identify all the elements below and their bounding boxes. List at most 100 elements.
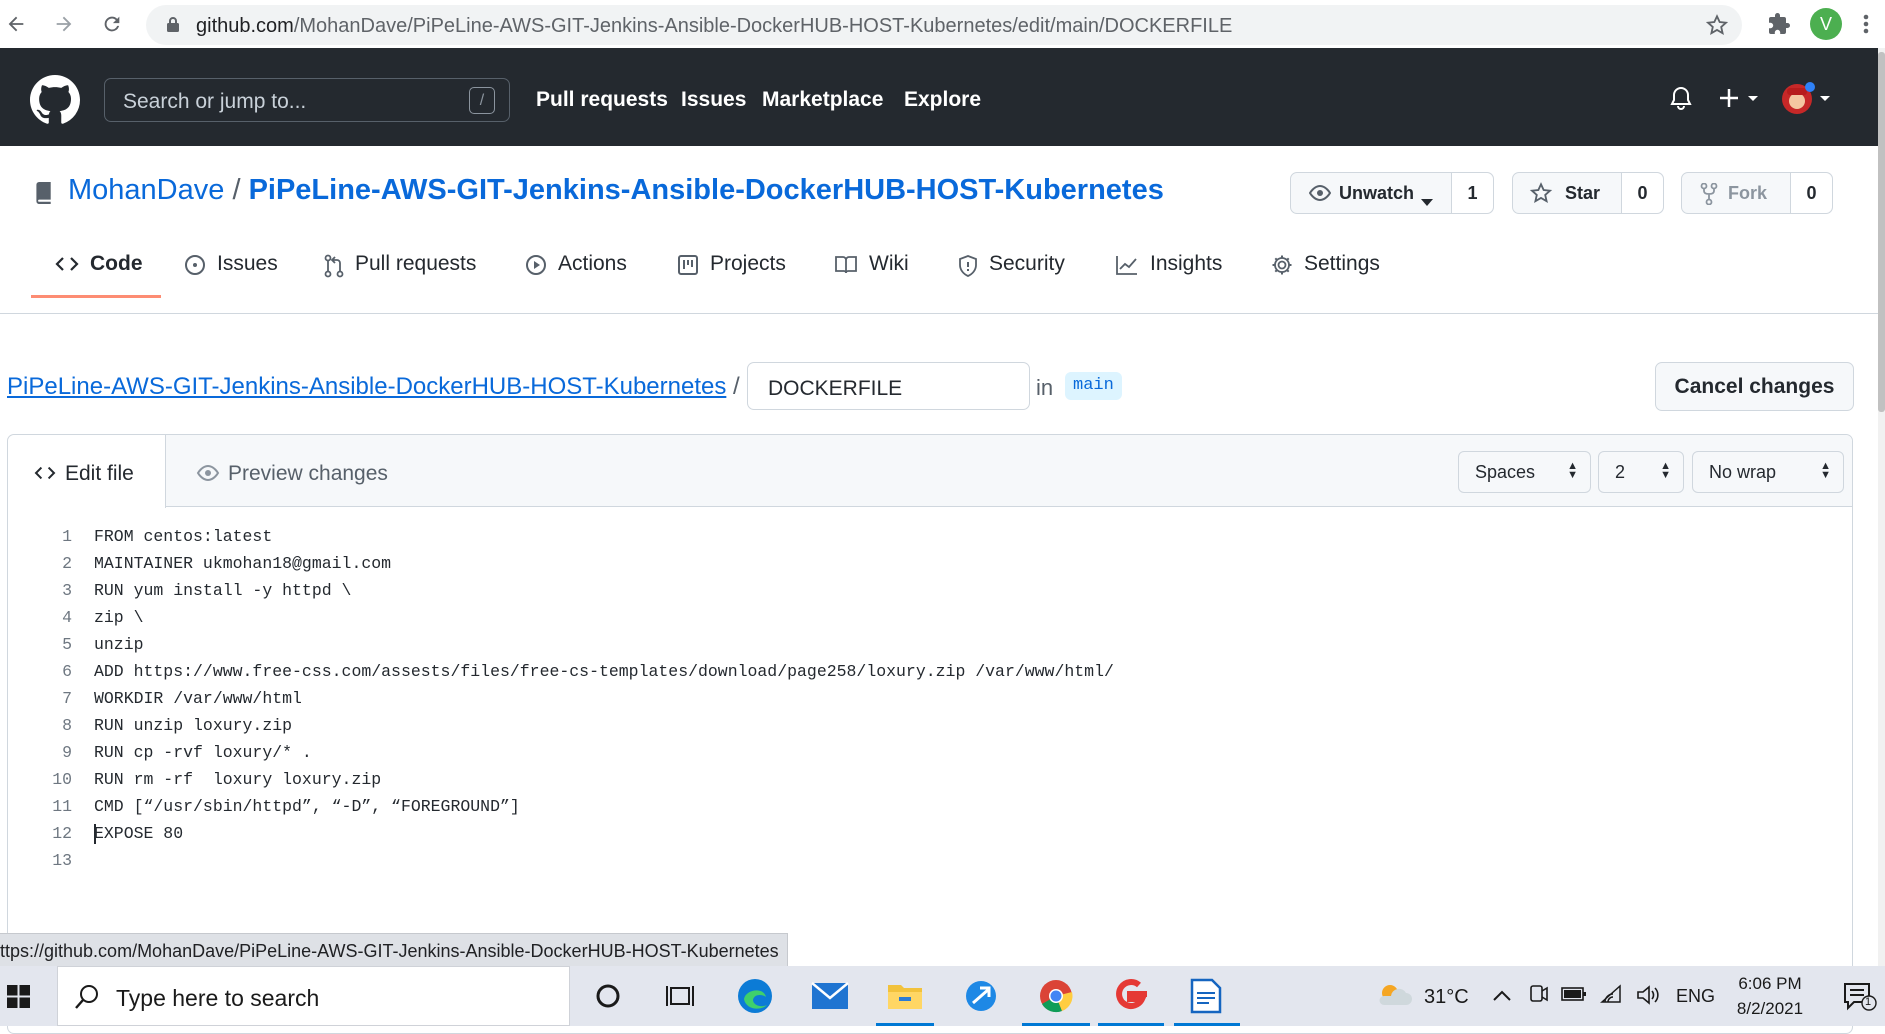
fork-button[interactable]: Fork 0 [1681, 172, 1833, 214]
meet-now-icon[interactable] [1528, 984, 1548, 1011]
github-search-input[interactable]: Search or jump to... / [104, 78, 510, 122]
tab-preview-changes[interactable]: Preview changes [196, 462, 388, 486]
back-arrow-icon[interactable] [2, 10, 30, 38]
notifications-bell-icon[interactable] [1669, 86, 1693, 117]
select-arrows-icon: ▲ ▼ [1660, 460, 1671, 481]
search-shortcut-key: / [469, 87, 495, 114]
tab-insights[interactable]: Insights [1115, 242, 1222, 298]
unwatch-label: Unwatch [1339, 183, 1415, 203]
nav-pull-requests[interactable]: Pull requests [536, 88, 668, 112]
volume-icon[interactable] [1636, 984, 1660, 1011]
play-circle-icon [526, 255, 546, 275]
bookmark-star-icon[interactable] [1705, 14, 1729, 41]
line-number: 8 [62, 716, 72, 735]
code-line[interactable]: RUN rm -rf loxury loxury.zip [94, 766, 381, 793]
extensions-puzzle-icon[interactable] [1767, 12, 1791, 41]
repo-name-link[interactable]: PiPeLine-AWS-GIT-Jenkins-Ansible-DockerH… [249, 174, 1164, 206]
document-editor-icon[interactable] [1186, 976, 1226, 1016]
taskbar-search-input[interactable]: Type here to search [57, 966, 570, 1026]
taskbar-clock[interactable]: 6:06 PM 8/2/2021 [1725, 971, 1815, 1021]
user-avatar-icon[interactable] [1780, 82, 1834, 121]
app-arrow-icon[interactable] [961, 976, 1001, 1016]
code-line[interactable]: RUN unzip loxury.zip [94, 712, 292, 739]
code-line[interactable]: zip \ [94, 604, 144, 631]
forward-arrow-icon[interactable] [50, 10, 78, 38]
red-app-icon[interactable] [1110, 976, 1150, 1016]
code-line[interactable]: unzip [94, 631, 144, 658]
code-line[interactable]: RUN yum install -y httpd \ [94, 577, 351, 604]
tab-settings[interactable]: Settings [1271, 242, 1380, 298]
windows-start-icon[interactable] [7, 985, 30, 1013]
wrap-mode-select[interactable]: No wrap ▲ ▼ [1692, 451, 1844, 493]
star-count[interactable]: 0 [1621, 173, 1663, 213]
weather-temperature[interactable]: 31°C [1424, 986, 1469, 1009]
cancel-changes-button[interactable]: Cancel changes [1655, 362, 1854, 411]
wifi-icon[interactable] [1600, 984, 1624, 1009]
fork-icon [1700, 182, 1718, 210]
task-view-icon[interactable] [660, 976, 700, 1016]
tab-projects[interactable]: Projects [677, 242, 786, 298]
breadcrumb-repo-link[interactable]: PiPeLine-AWS-GIT-Jenkins-Ansible-DockerH… [7, 373, 726, 400]
code-line[interactable]: EXPOSE 80 [94, 820, 183, 847]
code-line[interactable]: ADD https://www.free-css.com/assests/fil… [94, 658, 1114, 685]
clock-date: 8/2/2021 [1736, 999, 1804, 1018]
indent-mode-select[interactable]: Spaces ▲ ▼ [1458, 451, 1591, 493]
line-number: 6 [62, 662, 72, 681]
github-logo-icon[interactable] [30, 75, 80, 130]
line-number: 2 [62, 554, 72, 573]
profile-avatar[interactable]: V [1810, 8, 1842, 40]
code-line[interactable]: CMD [“/usr/sbin/httpd”, “-D”, “FOREGROUN… [94, 793, 520, 820]
nav-marketplace[interactable]: Marketplace [762, 88, 883, 112]
scrollbar-thumb[interactable] [1878, 52, 1885, 412]
code-line[interactable]: RUN cp -rvf loxury/* . [94, 739, 312, 766]
cortana-circle-icon[interactable] [588, 976, 628, 1016]
tab-edit-file[interactable]: Edit file [8, 435, 166, 508]
dropdown-caret-icon [1421, 190, 1433, 211]
line-number: 7 [62, 689, 72, 708]
language-indicator[interactable]: ENG [1676, 986, 1715, 1007]
battery-icon[interactable] [1561, 986, 1587, 1007]
code-line[interactable]: MAINTAINER ukmohan18@gmail.com [94, 550, 391, 577]
chrome-menu-icon[interactable] [1862, 12, 1870, 41]
tab-issues[interactable]: Issues [184, 242, 278, 298]
code-line[interactable]: FROM centos:latest [94, 523, 272, 550]
address-bar[interactable]: github.com/MohanDave/PiPeLine-AWS-GIT-Je… [146, 5, 1742, 45]
fork-count[interactable]: 0 [1790, 173, 1832, 213]
nav-explore[interactable]: Explore [904, 88, 981, 112]
tab-actions[interactable]: Actions [525, 242, 627, 298]
tab-security[interactable]: Security [958, 242, 1065, 298]
notification-center-icon[interactable]: 1 [1843, 982, 1877, 1017]
file-breadcrumb: PiPeLine-AWS-GIT-Jenkins-Ansible-DockerH… [7, 373, 740, 401]
chrome-browser-icon[interactable] [1036, 976, 1076, 1016]
tab-wiki[interactable]: Wiki [834, 242, 909, 298]
tab-code[interactable]: Code [31, 242, 161, 298]
gear-icon [1272, 255, 1292, 275]
chevron-up-icon[interactable] [1493, 988, 1511, 1006]
github-header: Search or jump to... / Pull requests Iss… [0, 48, 1878, 146]
line-number: 5 [62, 635, 72, 654]
tab-pull-requests[interactable]: Pull requests [324, 242, 476, 298]
code-line[interactable]: WORKDIR /var/www/html [94, 685, 302, 712]
star-button[interactable]: Star 0 [1512, 172, 1664, 214]
tab-wiki-label: Wiki [869, 252, 909, 275]
notification-count: 1 [1865, 996, 1872, 1008]
filename-input[interactable]: DOCKERFILE [747, 362, 1030, 410]
weather-sun-icon[interactable] [1376, 981, 1412, 1014]
select-arrows-icon: ▲ ▼ [1820, 460, 1831, 481]
reload-icon[interactable] [98, 10, 126, 38]
edge-browser-icon[interactable] [735, 976, 775, 1016]
eye-icon [196, 464, 220, 482]
mail-icon[interactable] [810, 976, 850, 1016]
create-new-plus-icon[interactable] [1718, 86, 1762, 115]
nav-issues[interactable]: Issues [681, 88, 746, 112]
file-explorer-icon[interactable] [885, 976, 925, 1016]
breadcrumb-separator: / [733, 373, 740, 400]
repo-owner-link[interactable]: MohanDave [68, 174, 224, 206]
line-number: 1 [62, 527, 72, 546]
star-icon [1529, 182, 1553, 209]
lock-icon[interactable] [166, 16, 180, 38]
wrap-mode-value: No wrap [1709, 462, 1777, 482]
unwatch-button[interactable]: Unwatch 1 [1290, 172, 1494, 214]
indent-size-select[interactable]: 2 ▲ ▼ [1598, 451, 1684, 493]
watch-count[interactable]: 1 [1451, 173, 1493, 213]
